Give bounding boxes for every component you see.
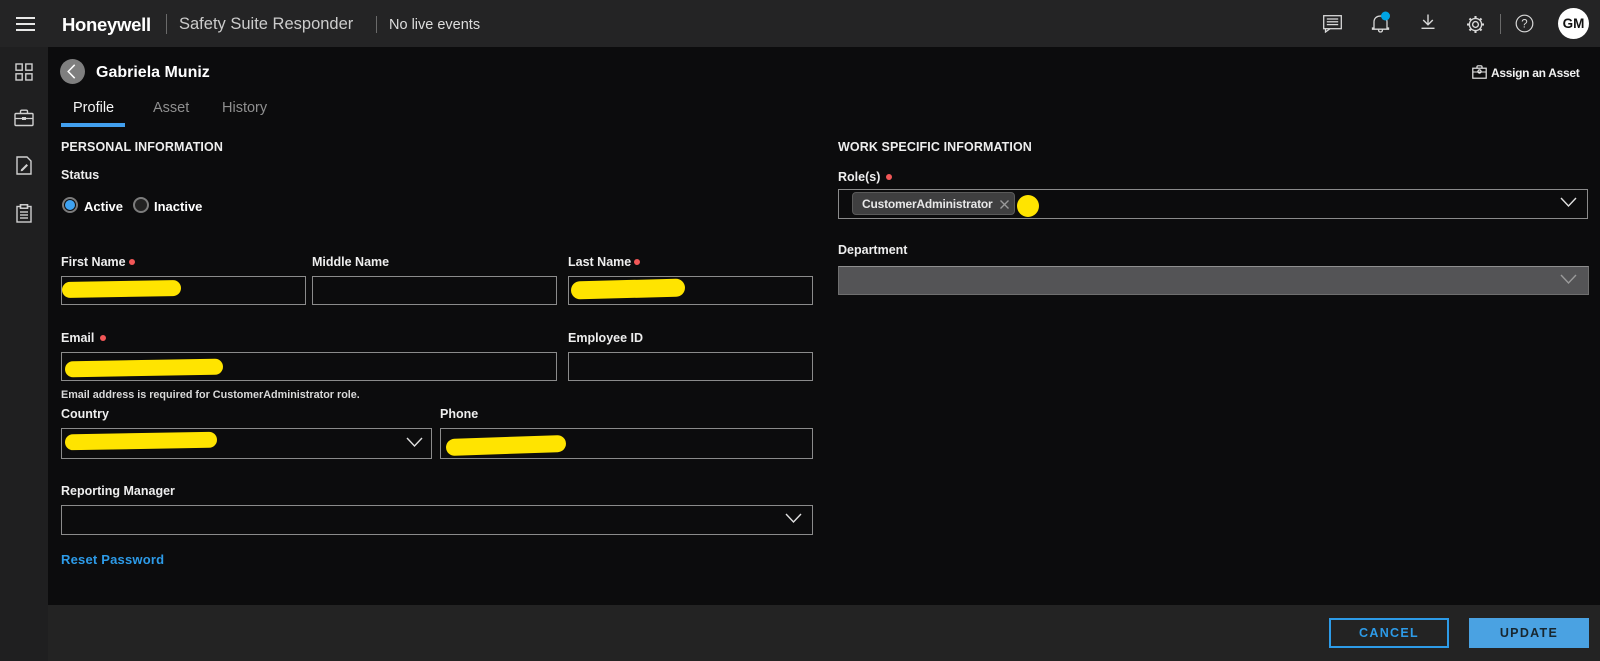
- svg-text:?: ?: [1521, 19, 1527, 31]
